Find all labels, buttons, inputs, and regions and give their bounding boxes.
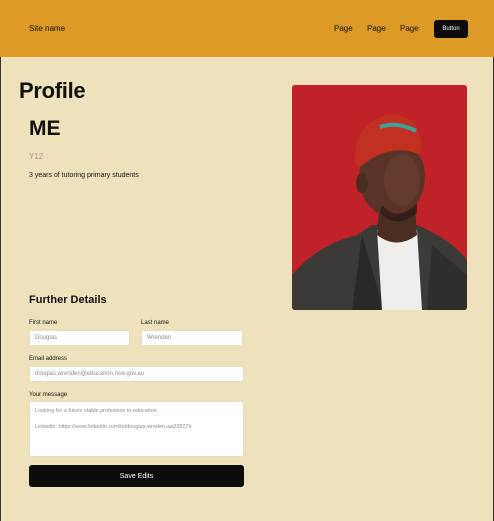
email-label: Email address (29, 356, 68, 362)
last-name-input[interactable]: Wrenden (141, 330, 243, 346)
nav-page-2[interactable]: Page (367, 24, 386, 33)
message-line-1: Looking for a future stable profession i… (35, 408, 157, 414)
first-name-label: First name (29, 320, 58, 326)
profile-photo (292, 85, 467, 310)
profile-name: ME (29, 117, 61, 140)
nav-page-1[interactable]: Page (334, 24, 353, 33)
page-title: Profile (19, 78, 86, 103)
profile-bio: 3 years of tutoring primary students (29, 172, 139, 179)
nav-page-3[interactable]: Page (400, 24, 419, 33)
email-input[interactable]: douglas.wrenden@education.nsw.gov.au (29, 366, 244, 382)
top-navbar: Site name Page Page Page Button (0, 0, 494, 57)
last-name-label: Last name (141, 320, 170, 326)
header-button[interactable]: Button (434, 20, 468, 38)
first-name-input[interactable]: Douglas (29, 330, 130, 346)
portrait-illustration (292, 85, 467, 310)
site-name-link[interactable]: Site name (29, 24, 65, 33)
message-line-2: Linkedin: https://www.linkedin.com/in/do… (35, 424, 192, 430)
section-title-further-details: Further Details (29, 294, 107, 306)
save-edits-button[interactable]: Save Edits (29, 465, 244, 487)
profile-year: Y12 (29, 152, 44, 161)
message-label: Your message (29, 392, 68, 398)
message-textarea[interactable]: Looking for a future stable profession i… (29, 401, 244, 457)
